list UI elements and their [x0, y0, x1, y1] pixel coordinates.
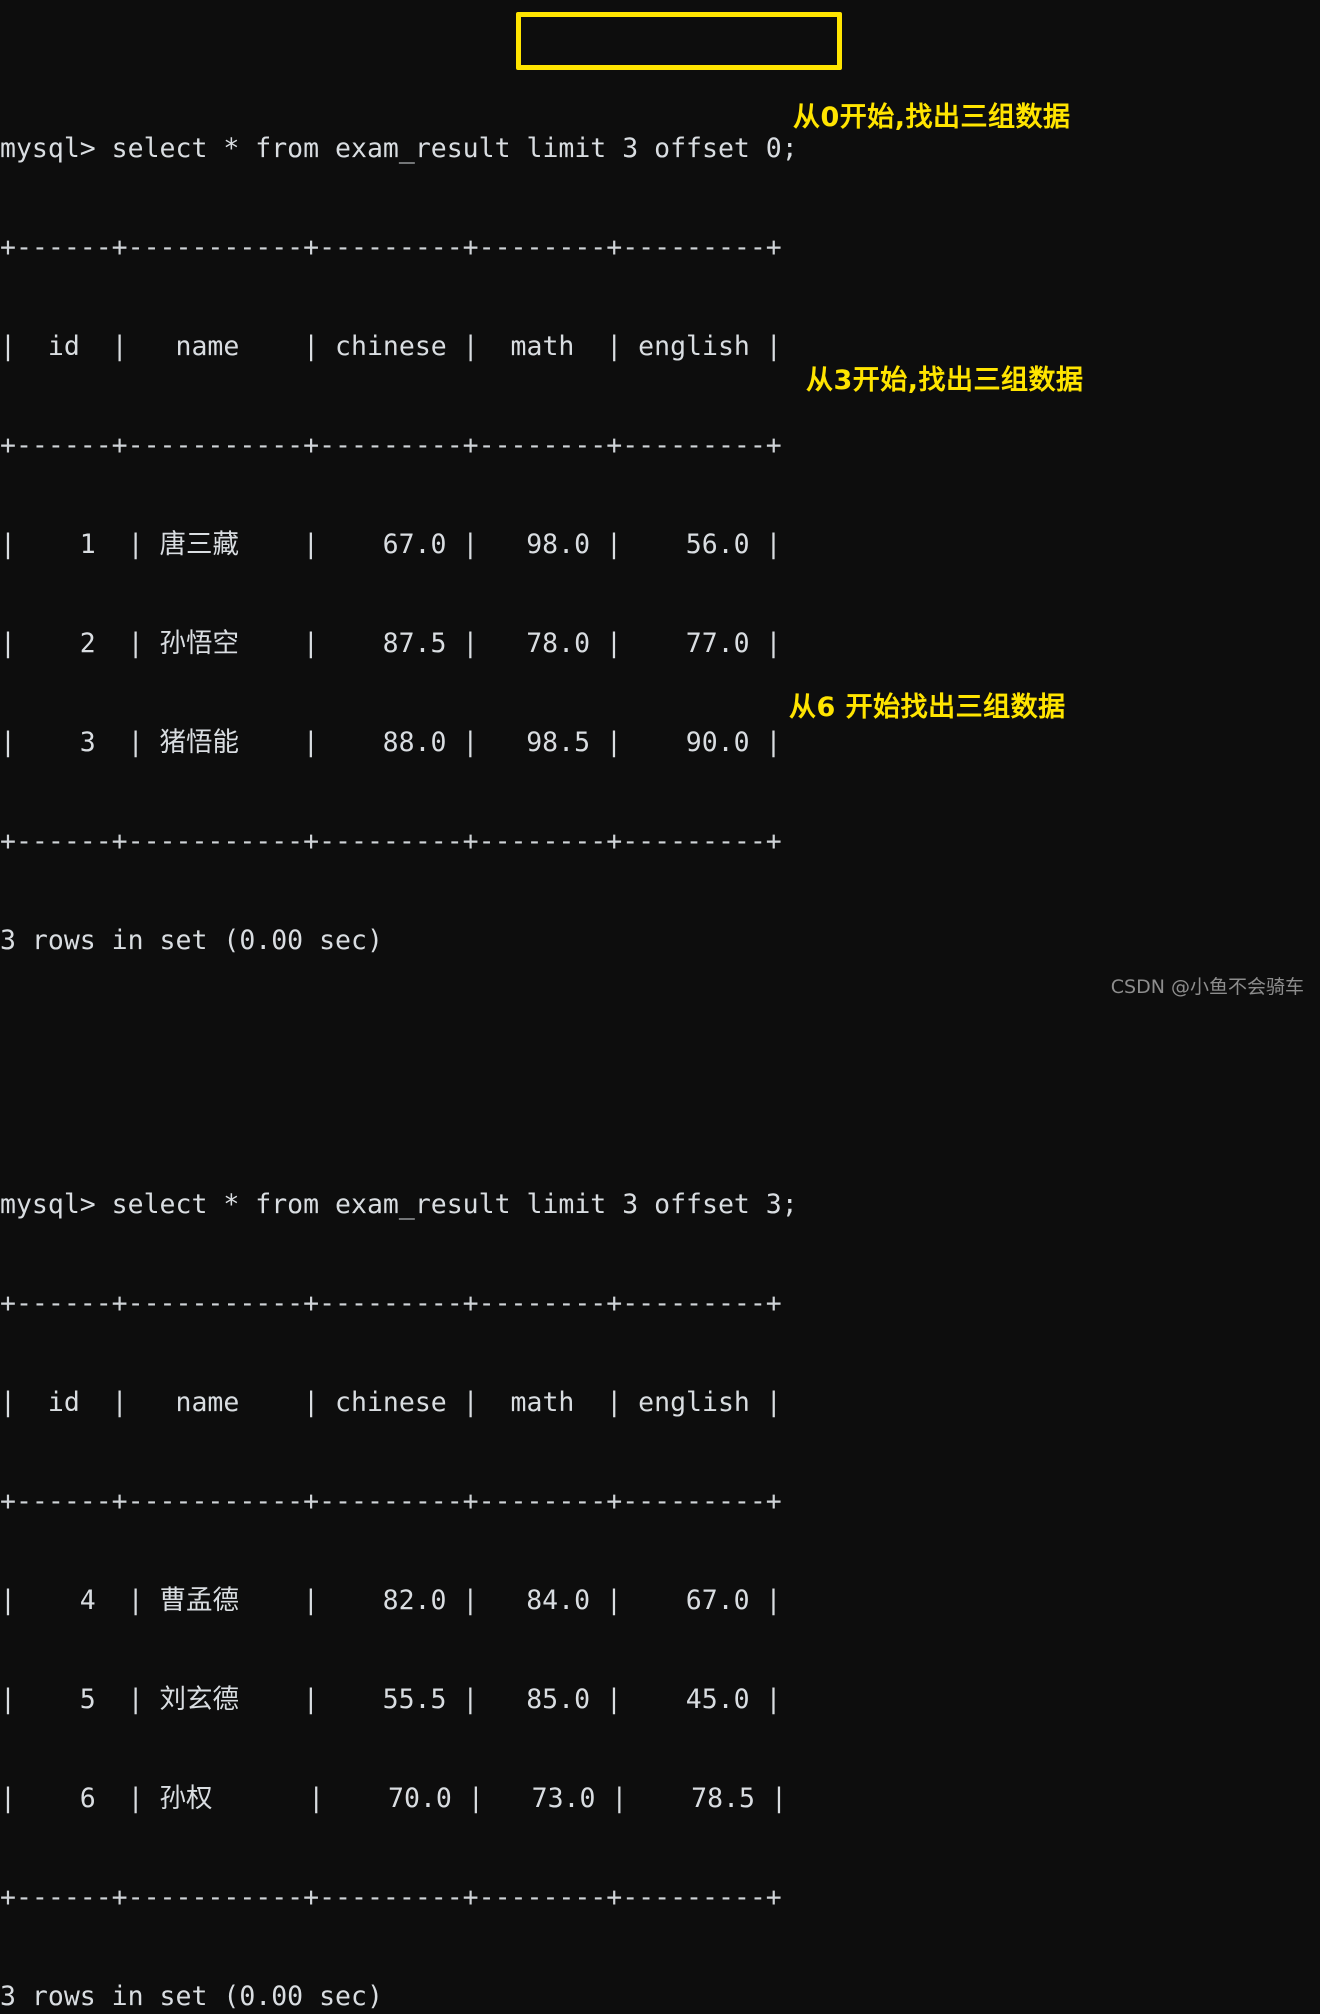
watermark: CSDN @小鱼不会骑车 — [1110, 976, 1304, 998]
row-text: | 2 | 孙悟空 | 87.5 | 78.0 | 77.0 | — [0, 628, 782, 659]
row-text: | 1 | 唐三藏 | 67.0 | 98.0 | 56.0 | — [0, 529, 782, 560]
table-row: | 3 | 猪悟能 | 88.0 | 98.5 | 90.0 | — [0, 726, 1320, 759]
command-line[interactable]: mysql> select * from exam_result limit 3… — [0, 1188, 1320, 1221]
command-line[interactable]: mysql> select * from exam_result limit 3… — [0, 132, 1320, 165]
row-text: | 3 | 猪悟能 | 88.0 | 98.5 | 90.0 | — [0, 727, 782, 758]
terminal-output[interactable]: mysql> select * from exam_result limit 3… — [0, 0, 1320, 2012]
table-row: | 1 | 唐三藏 | 67.0 | 98.0 | 56.0 | — [0, 528, 1320, 561]
result-status: 3 rows in set (0.00 sec) — [0, 1981, 383, 2012]
table-separator: +------+-----------+---------+--------+-… — [0, 1882, 782, 1913]
command-text: mysql> select * from exam_result limit 3… — [0, 133, 798, 164]
table-separator: +------+-----------+---------+--------+-… — [0, 826, 782, 857]
row-text: | 6 | 孙权 | 70.0 | 73.0 | 78.5 | — [0, 1783, 787, 1814]
table-separator: +------+-----------+---------+--------+-… — [0, 1486, 782, 1517]
row-text: | 5 | 刘玄德 | 55.5 | 85.0 | 45.0 | — [0, 1684, 782, 1715]
table-separator: +------+-----------+---------+--------+-… — [0, 430, 782, 461]
annotation-offset-6: 从6 开始找出三组数据 — [789, 692, 1066, 723]
annotation-offset-3: 从3开始,找出三组数据 — [806, 365, 1084, 396]
table-row: | 2 | 孙悟空 | 87.5 | 78.0 | 77.0 | — [0, 627, 1320, 660]
table-separator: +------+-----------+---------+--------+-… — [0, 1288, 782, 1319]
row-text: | 4 | 曹孟德 | 82.0 | 84.0 | 67.0 | — [0, 1585, 782, 1616]
table-row: | 6 | 孙权 | 70.0 | 73.0 | 78.5 | — [0, 1782, 1320, 1815]
table-row: | 5 | 刘玄德 | 55.5 | 85.0 | 45.0 | — [0, 1683, 1320, 1716]
result-status: 3 rows in set (0.00 sec) — [0, 925, 383, 956]
table-row: | 4 | 曹孟德 | 82.0 | 84.0 | 67.0 | — [0, 1584, 1320, 1617]
command-text: mysql> select * from exam_result limit 3… — [0, 1189, 798, 1220]
table-separator: +------+-----------+---------+--------+-… — [0, 232, 782, 263]
table-header-row: | id | name | chinese | math | english | — [0, 1387, 782, 1418]
table-header-row: | id | name | chinese | math | english | — [0, 331, 782, 362]
annotation-offset-0: 从0开始,找出三组数据 — [793, 102, 1071, 133]
